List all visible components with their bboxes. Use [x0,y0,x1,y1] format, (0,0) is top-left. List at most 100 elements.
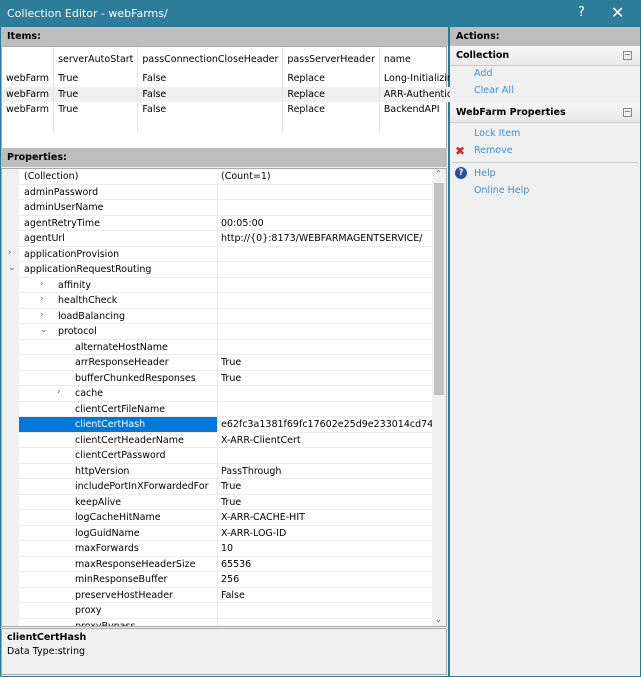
close-button[interactable]: ✕ [611,3,624,22]
property-row[interactable]: adminUserName [2,200,433,216]
property-value[interactable] [218,184,433,200]
property-value[interactable]: X-ARR-CACHE-HIT [218,510,433,526]
property-name: agentRetryTime [19,215,218,231]
online-help-action[interactable]: Online Help [450,183,640,200]
property-row[interactable]: httpVersion PassThrough [2,463,433,479]
property-value[interactable]: False [218,587,433,603]
property-name-text: affinity [58,279,92,291]
property-value[interactable]: True [218,494,433,510]
property-row[interactable]: clientCertFileName [2,401,433,417]
collapse-icon[interactable]: − [623,51,632,60]
chevron-right-icon[interactable]: › [57,387,61,397]
property-row[interactable]: logGuidName X-ARR-LOG-ID [2,525,433,541]
property-row[interactable]: clientCertHeaderName X-ARR-ClientCert [2,432,433,448]
chevron-down-icon[interactable]: ⌄ [8,263,16,273]
add-action[interactable]: Add [450,66,640,83]
property-value[interactable]: e62fc3a1381f69fc17602e25d9e233014cd74b7c [218,417,433,433]
column-header[interactable]: passServerHeader [282,47,380,71]
property-value[interactable] [218,277,433,293]
property-value[interactable]: (Count=1) [218,169,433,185]
clear-all-action[interactable]: Clear All [450,83,640,100]
property-name-text: healthCheck [58,295,118,306]
property-row[interactable]: preserveHostHeader False [2,587,433,603]
property-value[interactable] [218,200,433,216]
property-value[interactable] [218,401,433,417]
property-row[interactable]: maxResponseHeaderSize 65536 [2,556,433,572]
property-value[interactable]: True [218,479,433,495]
property-value[interactable]: 00:05:00 [218,215,433,231]
property-row[interactable]: › healthCheck [2,293,433,309]
property-value[interactable]: True [218,370,433,386]
scroll-up-icon[interactable]: ⌃ [435,169,442,178]
collapse-icon[interactable]: − [623,108,632,117]
property-value[interactable] [218,339,433,355]
remove-action[interactable]: ✖ Remove [450,143,640,160]
table-cell: True [53,102,139,118]
property-row[interactable]: proxy [2,603,433,619]
help-button[interactable]: ? [578,5,585,20]
property-row[interactable]: ⌄ protocol [2,324,433,340]
property-value[interactable] [218,448,433,464]
property-value[interactable] [218,293,433,309]
property-value[interactable] [218,386,433,402]
property-value[interactable]: 256 [218,572,433,588]
property-value[interactable] [218,618,433,626]
property-row[interactable]: bufferChunkedResponses True [2,370,433,386]
lock-item-action[interactable]: Lock Item [450,126,640,143]
scroll-thumb[interactable] [434,183,444,395]
property-row[interactable]: › cache [2,386,433,402]
property-value[interactable] [218,324,433,340]
property-row[interactable]: alternateHostName [2,339,433,355]
property-row[interactable]: includePortInXForwardedFor True [2,479,433,495]
column-header[interactable]: serverAutoStart [53,47,139,71]
divider [452,162,638,163]
items-header: Items: [1,27,448,46]
property-row[interactable]: proxyBypass [2,618,433,626]
table-row[interactable]: webFarm True False Replace Long-Initializing… [2,71,486,87]
table-row[interactable]: webFarm True False Replace BackendAPI [2,102,486,118]
property-value[interactable] [218,262,433,278]
vertical-scrollbar[interactable]: ⌃ ⌄ [432,169,446,626]
property-value[interactable]: X-ARR-LOG-ID [218,525,433,541]
property-value[interactable]: 10 [218,541,433,557]
property-row[interactable]: adminPassword [2,184,433,200]
property-row[interactable]: agentUrl http://{0}:8173/WEBFARMAGENTSERV… [2,231,433,247]
property-row[interactable]: arrResponseHeader True [2,355,433,371]
table-row[interactable]: webFarm True False Replace ARR-Authenticatio… [2,86,486,102]
property-row[interactable]: › applicationProvision [2,246,433,262]
chevron-right-icon[interactable]: › [8,248,12,258]
property-row[interactable]: keepAlive True [2,494,433,510]
property-value[interactable]: True [218,355,433,371]
chevron-right-icon[interactable]: › [40,279,44,289]
property-row[interactable]: (Collection) (Count=1) [2,169,433,185]
property-row[interactable]: logCacheHitName X-ARR-CACHE-HIT [2,510,433,526]
property-value[interactable]: PassThrough [218,463,433,479]
property-value[interactable]: http://{0}:8173/WEBFARMAGENTSERVICE/ [218,231,433,247]
column-header[interactable] [2,47,55,71]
chevron-right-icon[interactable]: › [40,294,44,304]
property-value[interactable]: X-ARR-ClientCert [218,432,433,448]
property-name-text: clientCertFileName [75,403,166,415]
property-name: ⌄ applicationRequestRouting [8,262,218,278]
property-value[interactable]: 65536 [218,556,433,572]
description-panel: clientCertHash Data Type:string [1,628,447,675]
property-value[interactable] [218,246,433,262]
property-row[interactable]: agentRetryTime 00:05:00 [2,215,433,231]
property-value[interactable] [218,603,433,619]
property-row[interactable]: maxForwards 10 [2,541,433,557]
property-row[interactable]: ⌄ applicationRequestRouting [2,262,433,278]
scroll-down-icon[interactable]: ⌄ [435,615,442,624]
property-row[interactable]: clientCertPassword [2,448,433,464]
property-row[interactable]: › affinity [2,277,433,293]
property-name-text: keepAlive [75,496,122,508]
chevron-down-icon[interactable]: ⌄ [40,325,48,335]
property-name: arrResponseHeader [19,355,218,371]
chevron-right-icon[interactable]: › [40,310,44,320]
property-row[interactable]: minResponseBuffer 256 [2,572,433,588]
property-name-text: maxForwards [75,543,139,554]
property-value[interactable] [218,308,433,324]
property-row[interactable]: clientCertHash e62fc3a1381f69fc17602e25d9… [2,417,433,433]
property-row[interactable]: › loadBalancing [2,308,433,324]
help-action[interactable]: ? Help [450,166,640,183]
column-header[interactable]: passConnectionCloseHeader [137,47,284,71]
